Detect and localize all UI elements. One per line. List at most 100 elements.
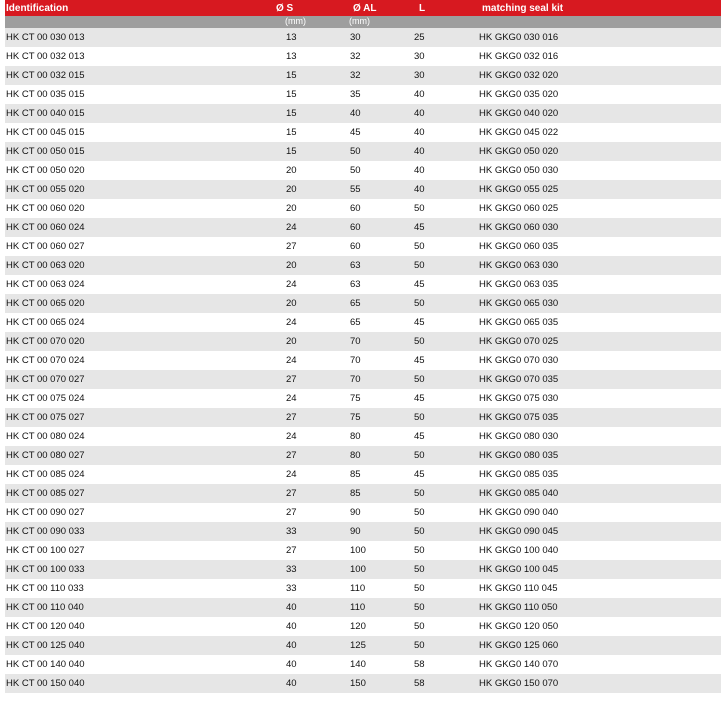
cell-l: 40 <box>414 165 425 176</box>
cell-identification: HK CT 00 080 027 <box>6 450 85 461</box>
cell-s: 33 <box>286 564 297 575</box>
cell-al: 60 <box>350 241 361 252</box>
cell-l: 50 <box>414 545 425 556</box>
header-seal-kit: matching seal kit <box>482 3 564 14</box>
table-row: HK CT 00 032 013 13 32 30 HK GKG0 032 016 <box>5 47 721 66</box>
cell-al: 65 <box>350 317 361 328</box>
cell-seal-kit: HK GKG0 055 025 <box>479 184 559 195</box>
cell-seal-kit: HK GKG0 110 045 <box>479 583 558 594</box>
cell-s: 27 <box>286 507 297 518</box>
cell-s: 24 <box>286 355 297 366</box>
cell-al: 50 <box>350 146 361 157</box>
cell-l: 30 <box>414 51 425 62</box>
table-row: HK CT 00 065 024 24 65 45 HK GKG0 065 035 <box>5 313 721 332</box>
table-row: HK CT 00 070 027 27 70 50 HK GKG0 070 035 <box>5 370 721 389</box>
cell-s: 27 <box>286 450 297 461</box>
cell-s: 20 <box>286 336 297 347</box>
cell-identification: HK CT 00 150 040 <box>6 678 85 689</box>
cell-identification: HK CT 00 030 013 <box>6 32 85 43</box>
cell-seal-kit: HK GKG0 060 035 <box>479 241 559 252</box>
cell-identification: HK CT 00 070 027 <box>6 374 85 385</box>
table-row: HK CT 00 035 015 15 35 40 HK GKG0 035 020 <box>5 85 721 104</box>
cell-identification: HK CT 00 060 020 <box>6 203 85 214</box>
cell-l: 45 <box>414 222 425 233</box>
cell-l: 50 <box>414 602 425 613</box>
cell-l: 50 <box>414 621 425 632</box>
cell-al: 125 <box>350 640 366 651</box>
table-row: HK CT 00 050 015 15 50 40 HK GKG0 050 020 <box>5 142 721 161</box>
cell-identification: HK CT 00 063 024 <box>6 279 85 290</box>
cell-s: 24 <box>286 317 297 328</box>
cell-s: 13 <box>286 51 297 62</box>
cell-l: 50 <box>414 583 425 594</box>
cell-al: 110 <box>350 583 366 594</box>
cell-seal-kit: HK GKG0 065 035 <box>479 317 559 328</box>
cell-l: 50 <box>414 412 425 423</box>
cell-s: 24 <box>286 431 297 442</box>
table-row: HK CT 00 080 024 24 80 45 HK GKG0 080 030 <box>5 427 721 446</box>
cell-l: 40 <box>414 89 425 100</box>
cell-seal-kit: HK GKG0 070 030 <box>479 355 559 366</box>
cell-al: 63 <box>350 279 361 290</box>
cell-l: 45 <box>414 317 425 328</box>
cell-s: 24 <box>286 279 297 290</box>
cell-seal-kit: HK GKG0 100 045 <box>479 564 559 575</box>
cell-identification: HK CT 00 075 024 <box>6 393 85 404</box>
cell-identification: HK CT 00 085 024 <box>6 469 85 480</box>
cell-seal-kit: HK GKG0 085 035 <box>479 469 559 480</box>
cell-al: 50 <box>350 165 361 176</box>
cell-al: 80 <box>350 431 361 442</box>
cell-l: 50 <box>414 450 425 461</box>
table-row: HK CT 00 140 040 40 140 58 HK GKG0 140 070 <box>5 655 721 674</box>
cell-s: 15 <box>286 146 297 157</box>
table-row: HK CT 00 045 015 15 45 40 HK GKG0 045 022 <box>5 123 721 142</box>
cell-l: 50 <box>414 298 425 309</box>
cell-identification: HK CT 00 035 015 <box>6 89 85 100</box>
cell-al: 32 <box>350 70 361 81</box>
cell-l: 58 <box>414 659 425 670</box>
cell-l: 50 <box>414 203 425 214</box>
cell-s: 33 <box>286 526 297 537</box>
cell-al: 60 <box>350 222 361 233</box>
cell-l: 50 <box>414 507 425 518</box>
table-row: HK CT 00 070 020 20 70 50 HK GKG0 070 025 <box>5 332 721 351</box>
cell-identification: HK CT 00 070 024 <box>6 355 85 366</box>
cell-al: 90 <box>350 507 361 518</box>
cell-identification: HK CT 00 050 015 <box>6 146 85 157</box>
cell-seal-kit: HK GKG0 090 045 <box>479 526 559 537</box>
cell-seal-kit: HK GKG0 150 070 <box>479 678 559 689</box>
table-row: HK CT 00 055 020 20 55 40 HK GKG0 055 025 <box>5 180 721 199</box>
cell-seal-kit: HK GKG0 050 030 <box>479 165 559 176</box>
cell-identification: HK CT 00 070 020 <box>6 336 85 347</box>
table-row: HK CT 00 070 024 24 70 45 HK GKG0 070 030 <box>5 351 721 370</box>
cell-l: 50 <box>414 374 425 385</box>
cell-al: 75 <box>350 412 361 423</box>
cell-seal-kit: HK GKG0 050 020 <box>479 146 559 157</box>
cell-l: 40 <box>414 146 425 157</box>
spec-table: Identification Ø S Ø AL L matching seal … <box>5 0 721 693</box>
cell-identification: HK CT 00 110 033 <box>6 583 84 594</box>
cell-s: 40 <box>286 640 297 651</box>
cell-seal-kit: HK GKG0 063 030 <box>479 260 559 271</box>
table-row: HK CT 00 100 033 33 100 50 HK GKG0 100 045 <box>5 560 721 579</box>
cell-l: 50 <box>414 526 425 537</box>
cell-l: 45 <box>414 469 425 480</box>
cell-al: 40 <box>350 108 361 119</box>
header-l: L <box>419 3 426 14</box>
cell-seal-kit: HK GKG0 063 035 <box>479 279 559 290</box>
cell-s: 27 <box>286 241 297 252</box>
cell-al: 70 <box>350 374 361 385</box>
cell-identification: HK CT 00 060 027 <box>6 241 85 252</box>
cell-seal-kit: HK GKG0 120 050 <box>479 621 559 632</box>
table-row: HK CT 00 110 033 33 110 50 HK GKG0 110 045 <box>5 579 721 598</box>
cell-l: 45 <box>414 279 425 290</box>
cell-seal-kit: HK GKG0 070 035 <box>479 374 559 385</box>
cell-s: 27 <box>286 374 297 385</box>
cell-al: 100 <box>350 545 366 556</box>
cell-al: 30 <box>350 32 361 43</box>
cell-l: 45 <box>414 355 425 366</box>
unit-s: (mm) <box>285 16 306 26</box>
cell-seal-kit: HK GKG0 032 016 <box>479 51 559 62</box>
cell-al: 85 <box>350 488 361 499</box>
cell-identification: HK CT 00 085 027 <box>6 488 85 499</box>
